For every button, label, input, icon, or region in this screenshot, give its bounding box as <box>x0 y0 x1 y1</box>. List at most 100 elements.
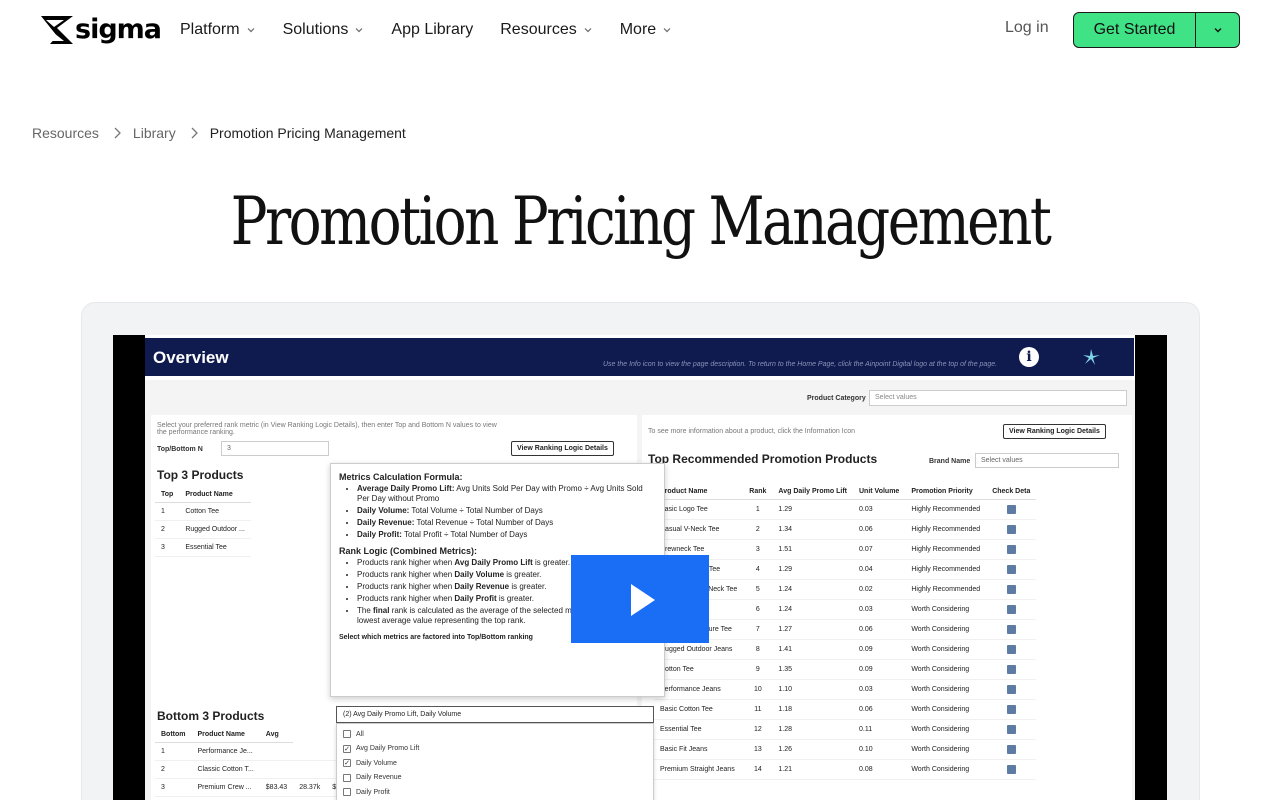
table-cell: 12 <box>743 719 773 740</box>
table-cell: 1.34 <box>772 519 853 540</box>
table-cell: 5 <box>743 579 773 600</box>
metric-option-label: All <box>356 730 364 738</box>
table-cell: 1.27 <box>772 619 853 640</box>
get-started-dropdown-button[interactable] <box>1196 13 1239 47</box>
check-details-cell <box>986 719 1037 740</box>
info-icon <box>1006 645 1016 654</box>
breadcrumb: Resources Library Promotion Pricing Mana… <box>32 125 406 141</box>
info-icon <box>1006 685 1016 694</box>
recommended-title: Top Recommended Promotion Products <box>648 452 878 466</box>
formula-text: Total Profit ÷ Total Number of Days <box>401 530 528 539</box>
table-cell <box>259 760 294 779</box>
nav-item-platform[interactable]: Platform <box>180 19 256 41</box>
check-details-cell <box>986 679 1037 700</box>
table-cell: 0.09 <box>853 659 906 680</box>
info-icon <box>1006 625 1016 634</box>
table-cell: 1.24 <box>772 579 853 600</box>
table-cell: Worth Considering <box>905 759 987 780</box>
nav-item-more[interactable]: More <box>620 19 672 41</box>
check-details-cell <box>986 499 1037 520</box>
ranking-instruction: Select your preferred rank metric (in Vi… <box>157 422 497 436</box>
table-cell: Premium Crew ... <box>191 778 260 797</box>
checkbox-checked-icon: ✓ <box>343 744 351 753</box>
get-started-button[interactable]: Get Started <box>1074 13 1196 47</box>
table-cell: 6 <box>743 599 773 620</box>
breadcrumb-resources[interactable]: Resources <box>32 125 99 141</box>
brand-name-label: Brand Name <box>929 458 971 465</box>
table-cell: 0.09 <box>853 639 906 660</box>
rank-rule-metric: final <box>373 606 390 615</box>
table-cell: 9 <box>743 659 773 680</box>
view-ranking-logic-button-right: View Ranking Logic Details <box>1003 424 1106 439</box>
sigma-logo[interactable]: sigma <box>40 14 162 46</box>
play-button[interactable] <box>571 555 709 643</box>
table-cell: Performance Jeans <box>654 679 744 700</box>
table-cell: Casual V-Neck Tee <box>654 519 744 540</box>
table-cell: 1.10 <box>772 679 853 700</box>
table-cell: 28.37k <box>293 778 327 797</box>
table-cell: Worth Considering <box>905 699 987 720</box>
table-row: Basic Cotton Tee 11 1.18 0.06 Worth Consider… <box>654 699 1037 720</box>
recommended-instruction: To see more information about a product,… <box>648 428 855 435</box>
table-cell: Highly Recommended <box>905 499 987 520</box>
info-icon <box>1006 665 1016 674</box>
nav-item-solutions[interactable]: Solutions <box>283 19 365 41</box>
check-details-cell <box>986 539 1037 560</box>
table-cell: 1.21 <box>772 759 853 780</box>
table-cell: 0.07 <box>853 539 906 560</box>
table-cell: Basic Fit Jeans <box>654 739 744 760</box>
info-icon <box>1006 585 1016 594</box>
table-cell: 14 <box>743 759 773 780</box>
table-cell: 1 <box>743 499 773 520</box>
table-cell: Performance Je... <box>191 742 260 761</box>
table-cell: 7 <box>743 619 773 640</box>
formula-item: Daily Volume: Total Volume ÷ Total Numbe… <box>357 506 656 516</box>
info-icon <box>1006 505 1016 514</box>
table-cell: 0.06 <box>853 699 906 720</box>
login-link[interactable]: Log in <box>1005 19 1049 37</box>
table-cell: Basic Cotton Tee <box>654 699 744 720</box>
table-cell: 2 <box>155 520 180 539</box>
video-player[interactable]: Overview Use the Info icon to view the p… <box>113 335 1167 800</box>
column-header: Promotion Priority <box>905 484 987 500</box>
topn-input: 3 <box>221 441 329 456</box>
nav-item-resources[interactable]: Resources <box>500 19 592 41</box>
chevron-down-icon <box>355 28 363 33</box>
metric-option-label: Daily Revenue <box>356 774 402 782</box>
chevron-right-icon <box>191 127 198 139</box>
nav-item-app-library[interactable]: App Library <box>391 19 473 41</box>
dashboard-header: Overview Use the Info icon to view the p… <box>145 338 1134 376</box>
metric-option: Daily Profit <box>337 785 653 800</box>
table-cell: Premium Straight Jeans <box>654 759 744 780</box>
column-header: Product Name <box>191 727 260 743</box>
rank-rule-end: is greater. <box>504 570 542 579</box>
table-row: Organic Cotton Tee41.290.04Highly Recomm… <box>654 559 1037 580</box>
table-cell: Basic Logo Tee <box>654 499 744 520</box>
table-row: Outdoor Adventure Tee71.270.06Worth Cons… <box>654 619 1037 640</box>
info-icon <box>1006 545 1016 554</box>
metric-option-label: Daily Volume <box>356 759 397 767</box>
breadcrumb-library[interactable]: Library <box>133 125 176 141</box>
table-cell: 1 <box>155 742 192 761</box>
check-details-cell <box>986 739 1037 760</box>
table-cell: 1.26 <box>772 739 853 760</box>
table-cell: 1 <box>155 502 180 521</box>
table-cell: 1.18 <box>772 699 853 720</box>
table-cell: 0.06 <box>853 619 906 640</box>
formula-name: Daily Volume: <box>357 506 410 515</box>
table-cell: 4 <box>743 559 773 580</box>
chevron-down-icon <box>247 28 255 33</box>
table-cell: 0.04 <box>853 559 906 580</box>
column-header: Bottom <box>155 727 192 743</box>
table-cell: 1.28 <box>772 719 853 740</box>
column-header: Avg <box>259 727 294 743</box>
check-details-cell <box>986 659 1037 680</box>
table-cell: 0.03 <box>853 599 906 620</box>
chevron-down-icon <box>1214 28 1221 33</box>
chevron-down-icon <box>663 28 671 33</box>
recommended-table: Product Name Rank Avg Daily Promo Lift Unit… <box>654 484 1037 780</box>
column-header: Product Name <box>654 484 744 500</box>
metric-option-label: Daily Profit <box>356 788 390 796</box>
table-cell: 1.29 <box>772 559 853 580</box>
product-category-label: Product Category <box>807 395 866 402</box>
